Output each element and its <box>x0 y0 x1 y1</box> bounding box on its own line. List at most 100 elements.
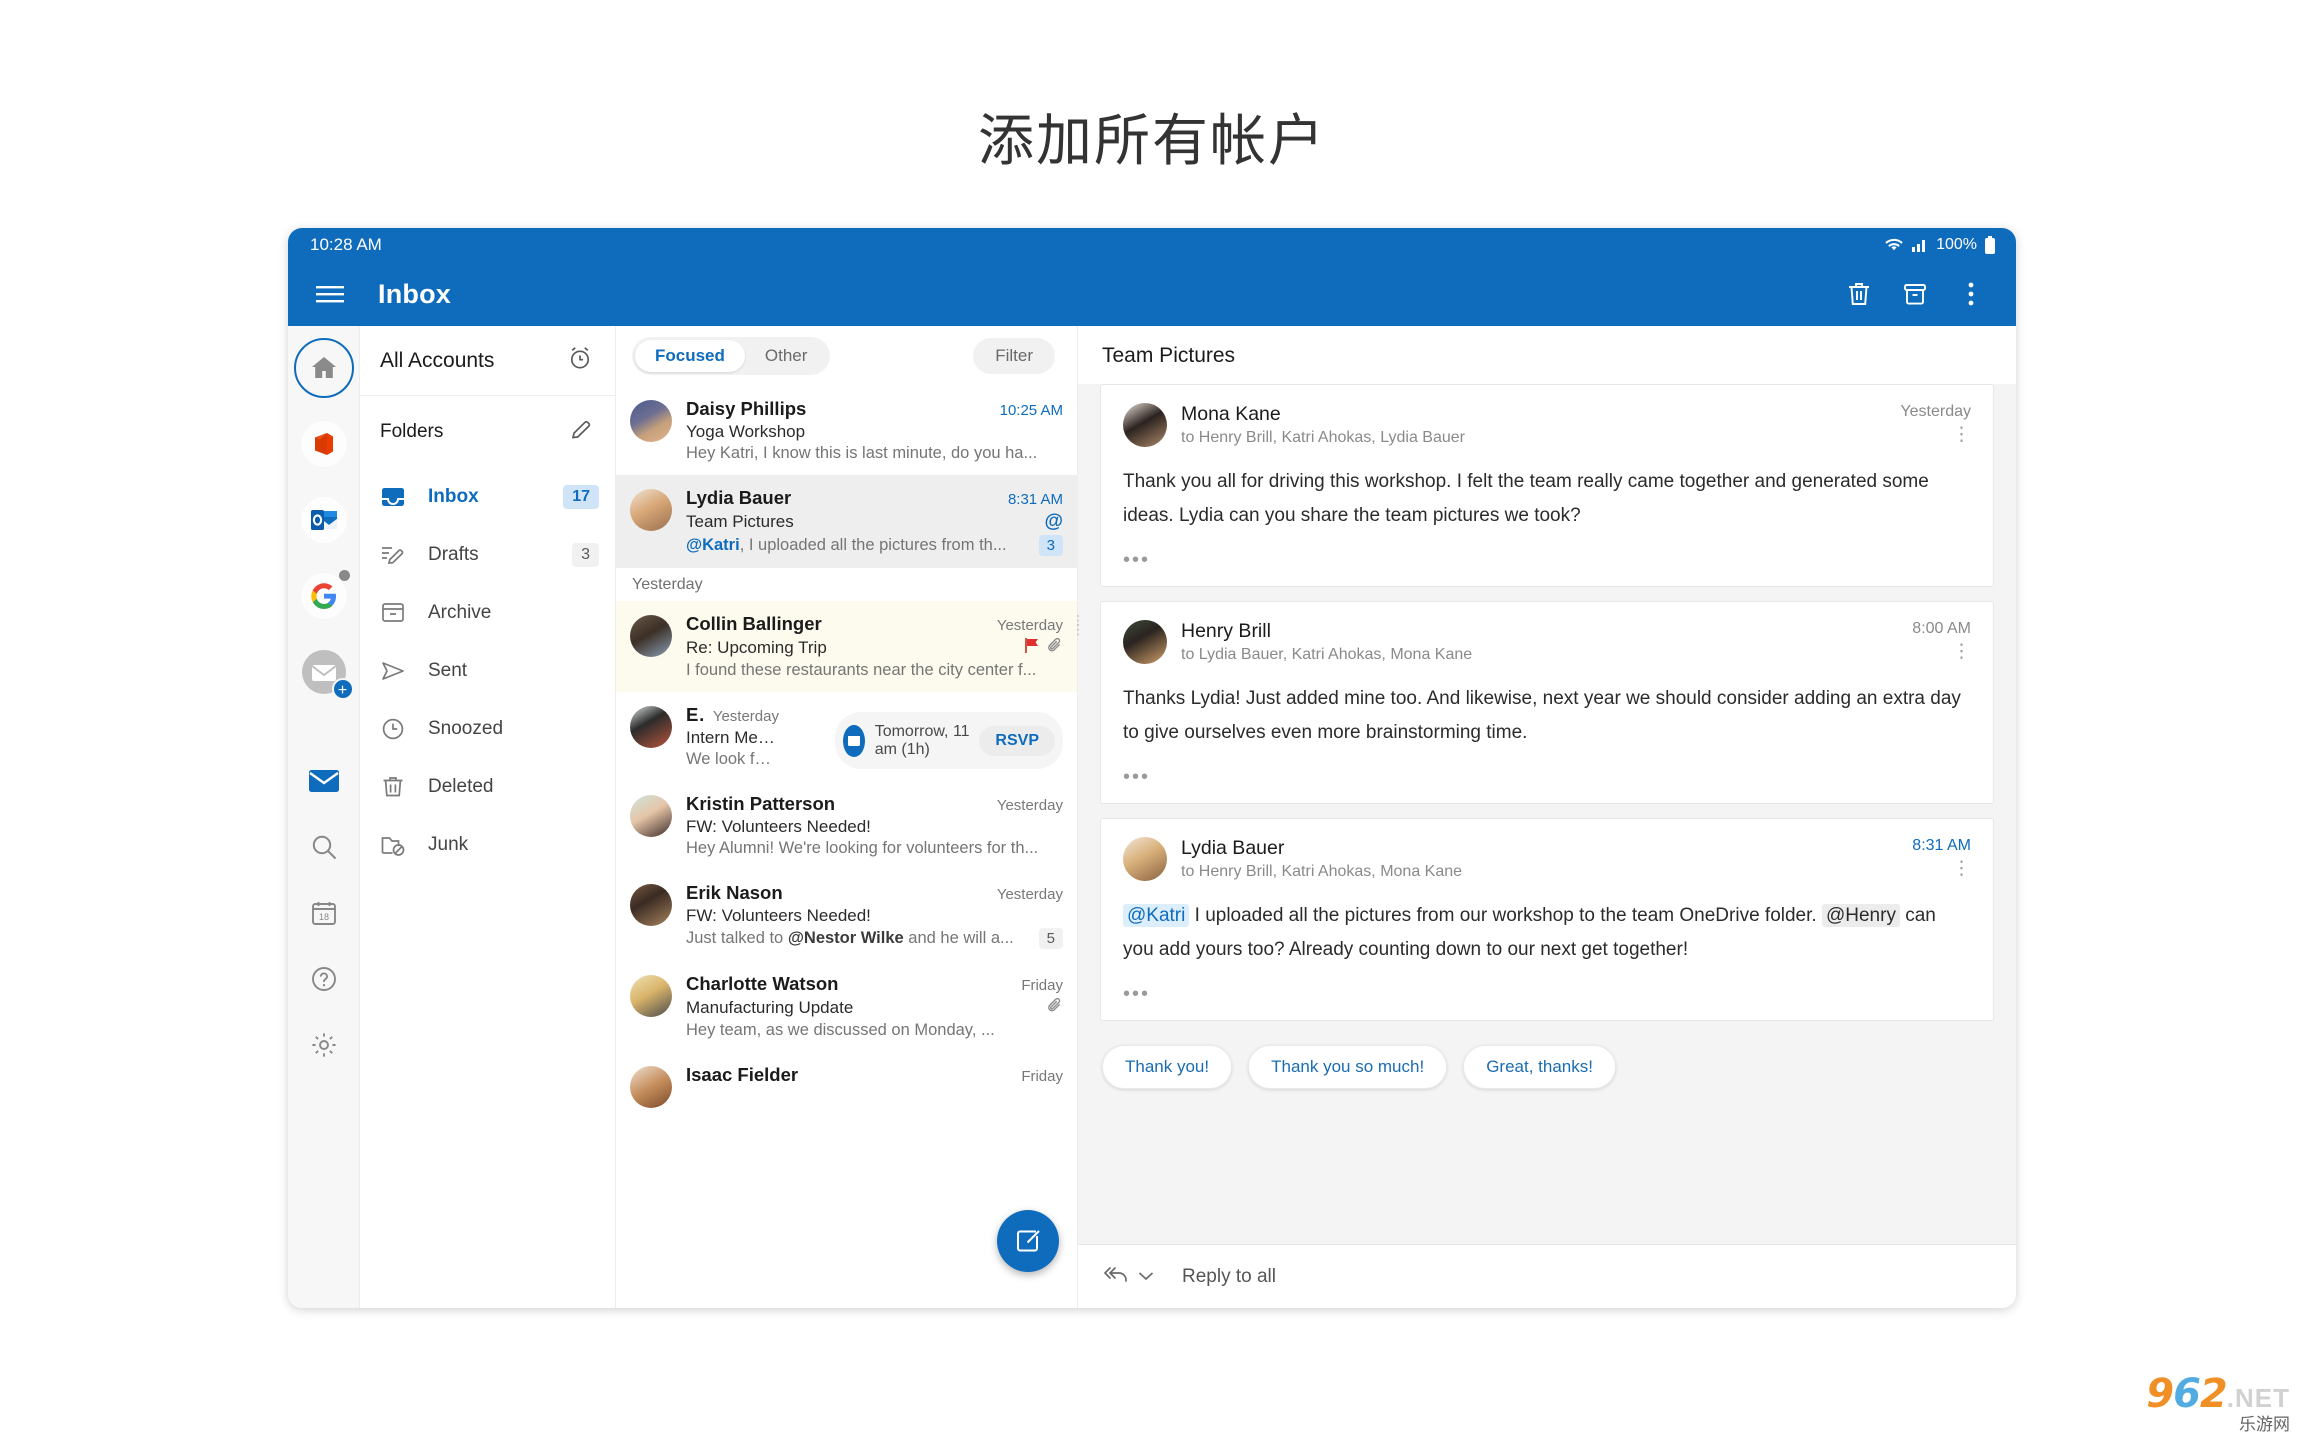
ellipsis-icon[interactable]: ••• <box>1123 766 1971 789</box>
chevron-down-icon[interactable] <box>1138 1268 1154 1286</box>
message-sender: Collin Ballinger <box>686 613 822 634</box>
message-list-item[interactable]: Collin Ballinger Yesterday Re: Upcoming … <box>616 601 1077 692</box>
all-accounts-label: All Accounts <box>380 348 495 372</box>
tab-other[interactable]: Other <box>745 340 828 372</box>
reading-pane-scroll[interactable]: Mona Kane to Henry Brill, Katri Ahokas, … <box>1078 384 2016 1244</box>
rail-tool-calendar[interactable]: 18 <box>295 880 353 946</box>
mention-katri[interactable]: @Katri <box>1123 904 1190 927</box>
suggested-reply-3[interactable]: Great, thanks! <box>1463 1045 1616 1089</box>
reply-bar[interactable]: Reply to all <box>1078 1244 2016 1308</box>
rail-account-office[interactable] <box>294 414 354 474</box>
google-account-badge <box>338 570 350 581</box>
message-subject: Team Pictures <box>686 512 794 531</box>
folder-item-drafts[interactable]: Drafts 3 <box>360 526 615 584</box>
message-body: @Katri I uploaded all the pictures from … <box>1123 899 1971 967</box>
rsvp-button[interactable]: RSVP <box>979 725 1055 756</box>
message-time: 8:31 AM <box>1007 491 1063 508</box>
conversation-message[interactable]: Lydia Bauer to Henry Brill, Katri Ahokas… <box>1100 818 1994 1021</box>
drafts-icon <box>380 543 414 567</box>
rail-tool-mail[interactable] <box>295 748 353 814</box>
message-content: Collin Ballinger Yesterday Re: Upcoming … <box>686 613 1063 680</box>
attachment-icon <box>1047 637 1063 659</box>
archive-icon[interactable] <box>1892 271 1938 317</box>
office-icon <box>300 421 347 467</box>
app-bar-title: Inbox <box>378 278 451 309</box>
hamburger-icon[interactable] <box>310 274 350 314</box>
message-list-item[interactable]: Elvia Atkins Yesterday Intern Meet & Gre… <box>616 692 1077 781</box>
avatar <box>630 795 672 837</box>
folders-pane: All Accounts Folders Inbox 17 Drafts 3 A… <box>360 326 616 1308</box>
more-vertical-icon[interactable]: ⋮ <box>1912 642 1971 661</box>
more-vertical-icon[interactable]: ⋮ <box>1912 859 1971 878</box>
message-header: Henry Brill to Lydia Bauer, Katri Ahokas… <box>1123 620 1971 664</box>
folder-label: Inbox <box>428 486 479 507</box>
reading-pane: Team Pictures Mona Kane to Henry Brill, … <box>1078 326 2016 1308</box>
folder-item-snoozed[interactable]: Snoozed <box>360 700 615 758</box>
avatar <box>630 615 672 657</box>
filter-button[interactable]: Filter <box>973 338 1055 374</box>
message-sender: Elvia Atkins <box>686 704 705 725</box>
message-content: Daisy Phillips 10:25 AM Yoga Workshop He… <box>686 398 1063 463</box>
message-list-scrollbar[interactable]: ⋮⋮ <box>1071 613 1085 736</box>
folder-label: Archive <box>428 602 492 623</box>
status-bar: 10:28 AM 100% <box>288 228 2016 262</box>
folder-item-inbox[interactable]: Inbox 17 <box>360 468 615 526</box>
message-time: 8:31 AM <box>1912 837 1971 854</box>
clock-icon <box>380 717 414 741</box>
rail-tool-help[interactable] <box>295 946 353 1012</box>
all-accounts-row[interactable]: All Accounts <box>360 326 615 396</box>
message-subject: Intern Meet & Greet <box>686 728 779 747</box>
rsvp-banner[interactable]: Tomorrow, 11 am (1h) RSVP <box>835 712 1063 769</box>
delete-icon[interactable] <box>1836 271 1882 317</box>
tab-focused[interactable]: Focused <box>635 340 745 372</box>
message-header: Lydia Bauer to Henry Brill, Katri Ahokas… <box>1123 837 1971 881</box>
folder-label: Deleted <box>428 776 494 797</box>
rail-account-add[interactable]: + <box>294 642 354 702</box>
message-list-item[interactable]: Isaac Fielder Friday <box>616 1052 1077 1108</box>
folder-item-sent[interactable]: Sent <box>360 642 615 700</box>
message-time: Yesterday <box>996 797 1063 814</box>
thread-count: 5 <box>1038 928 1063 949</box>
message-subject: Yoga Workshop <box>686 422 806 441</box>
folder-label: Sent <box>428 660 468 681</box>
rail-tool-search[interactable] <box>295 814 353 880</box>
alarm-clock-icon[interactable] <box>567 345 593 376</box>
account-rail: + 18 <box>288 326 360 1308</box>
more-vertical-icon[interactable]: ⋮ <box>1900 425 1971 444</box>
rail-account-home[interactable] <box>293 338 354 398</box>
ellipsis-icon[interactable]: ••• <box>1123 983 1971 1006</box>
message-preview: Just talked to @Nestor Wilke and he will… <box>686 929 1031 948</box>
message-list-item-selected[interactable]: Lydia Bauer 8:31 AM Team Pictures @ @Kat… <box>616 475 1077 568</box>
rail-account-outlook[interactable] <box>294 490 354 550</box>
ellipsis-icon[interactable]: ••• <box>1123 549 1971 572</box>
message-list-item[interactable]: Daisy Phillips 10:25 AM Yoga Workshop He… <box>616 386 1077 475</box>
wifi-icon <box>1884 237 1904 253</box>
folder-item-junk[interactable]: Junk <box>360 816 615 874</box>
avatar <box>630 489 672 531</box>
message-body: Thank you all for driving this workshop.… <box>1123 471 1929 526</box>
rail-tool-settings[interactable] <box>295 1012 353 1078</box>
add-account-plus-badge[interactable]: + <box>331 678 354 700</box>
message-list-item[interactable]: Charlotte Watson Friday Manufacturing Up… <box>616 961 1077 1052</box>
pencil-icon[interactable] <box>569 418 593 447</box>
folder-item-deleted[interactable]: Deleted <box>360 758 615 816</box>
suggested-reply-1[interactable]: Thank you! <box>1102 1045 1233 1089</box>
conversation-message[interactable]: Mona Kane to Henry Brill, Katri Ahokas, … <box>1100 384 1994 587</box>
rail-account-google[interactable] <box>294 566 354 626</box>
reading-pane-subject: Team Pictures <box>1078 326 2016 384</box>
conversation-message[interactable]: Henry Brill to Lydia Bauer, Katri Ahokas… <box>1100 601 1994 804</box>
suggested-reply-2[interactable]: Thank you so much! <box>1248 1045 1448 1089</box>
reply-all-icon[interactable] <box>1102 1264 1130 1289</box>
junk-icon <box>380 833 414 857</box>
folders-label: Folders <box>380 421 444 442</box>
mention-henry[interactable]: @Henry <box>1821 904 1900 927</box>
folder-item-archive[interactable]: Archive <box>360 584 615 642</box>
message-list-item[interactable]: Erik Nason Yesterday FW: Volunteers Need… <box>616 870 1077 961</box>
attachment-icon <box>1047 997 1063 1019</box>
message-sender: Lydia Bauer <box>686 487 792 508</box>
message-list-item[interactable]: Kristin Patterson Yesterday FW: Voluntee… <box>616 781 1077 870</box>
reply-to-all-label[interactable]: Reply to all <box>1182 1266 1276 1288</box>
more-vertical-icon[interactable] <box>1948 271 1994 317</box>
compose-button[interactable] <box>997 1210 1059 1272</box>
page-headline: 添加所有帐户 <box>978 109 1326 174</box>
